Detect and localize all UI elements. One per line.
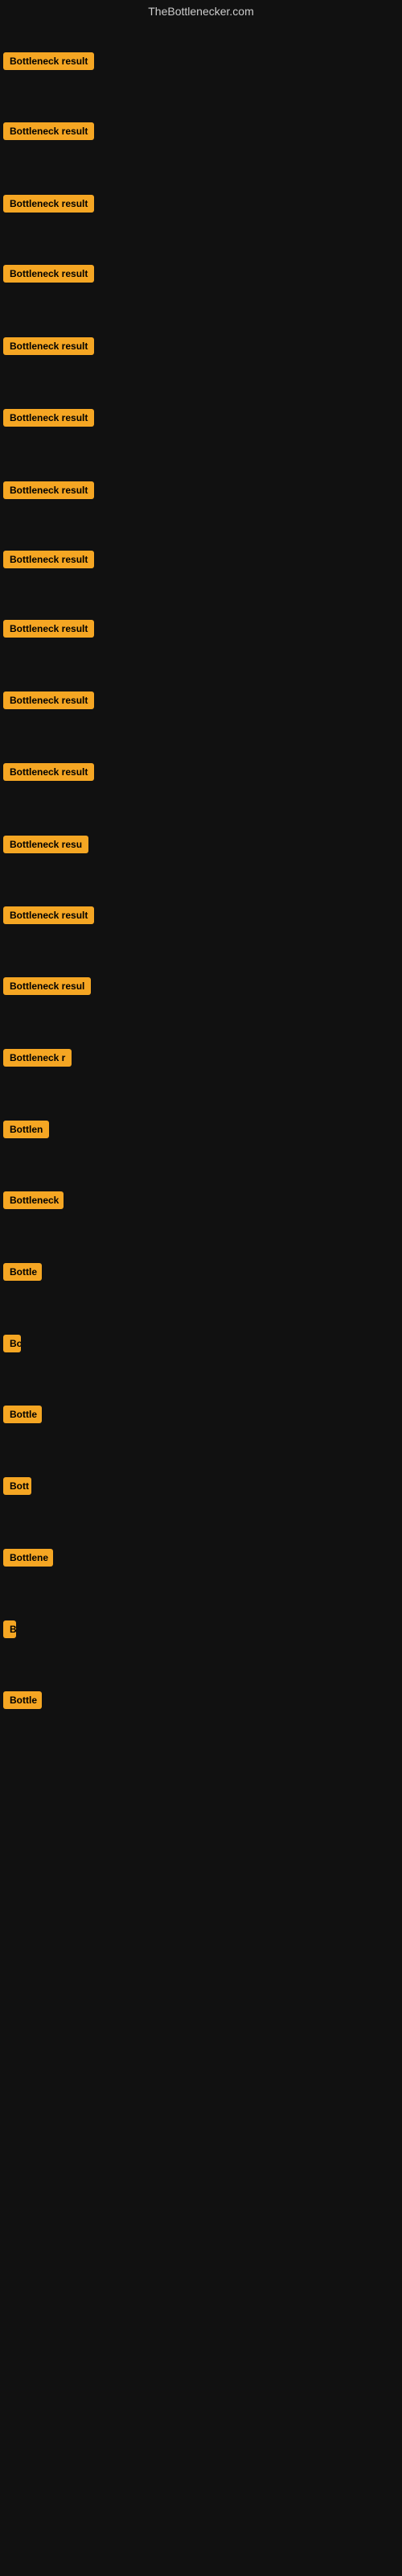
bottleneck-row-22: Bottlene bbox=[0, 1542, 402, 1577]
bottleneck-badge-22[interactable]: Bottlene bbox=[3, 1549, 53, 1567]
bottleneck-row-14: Bottleneck resul bbox=[0, 971, 402, 1005]
site-title: TheBottlenecker.com bbox=[0, 0, 402, 23]
bottleneck-badge-7[interactable]: Bottleneck result bbox=[3, 481, 94, 499]
bottleneck-row-17: Bottleneck bbox=[0, 1185, 402, 1220]
bottleneck-badge-13[interactable]: Bottleneck result bbox=[3, 906, 94, 924]
bottleneck-row-10: Bottleneck result bbox=[0, 685, 402, 720]
bottleneck-badge-20[interactable]: Bottle bbox=[3, 1406, 42, 1423]
page-wrapper: TheBottlenecker.com Bottleneck result Bot… bbox=[0, 0, 402, 2576]
bottleneck-row-20: Bottle bbox=[0, 1399, 402, 1434]
bottleneck-badge-5[interactable]: Bottleneck result bbox=[3, 337, 94, 355]
bottleneck-badge-14[interactable]: Bottleneck resul bbox=[3, 977, 91, 995]
bottleneck-badge-3[interactable]: Bottleneck result bbox=[3, 195, 94, 213]
bottleneck-row-5: Bottleneck result bbox=[0, 331, 402, 365]
bottleneck-badge-11[interactable]: Bottleneck result bbox=[3, 763, 94, 781]
bottleneck-row-24: Bottle bbox=[0, 1685, 402, 1719]
bottleneck-badge-23[interactable]: B bbox=[3, 1620, 16, 1638]
bottleneck-row-9: Bottleneck result bbox=[0, 613, 402, 648]
bottleneck-row-12: Bottleneck resu bbox=[0, 829, 402, 864]
bottleneck-badge-6[interactable]: Bottleneck result bbox=[3, 409, 94, 427]
bottleneck-badge-4[interactable]: Bottleneck result bbox=[3, 265, 94, 283]
bottleneck-row-15: Bottleneck r bbox=[0, 1042, 402, 1077]
bottleneck-row-21: Bott bbox=[0, 1471, 402, 1505]
bottleneck-badge-24[interactable]: Bottle bbox=[3, 1691, 42, 1709]
bottleneck-badge-17[interactable]: Bottleneck bbox=[3, 1191, 64, 1209]
bottleneck-row-1: Bottleneck result bbox=[0, 46, 402, 80]
bottleneck-badge-2[interactable]: Bottleneck result bbox=[3, 122, 94, 140]
bottleneck-badge-15[interactable]: Bottleneck r bbox=[3, 1049, 72, 1067]
bottleneck-row-13: Bottleneck result bbox=[0, 900, 402, 935]
bottleneck-row-3: Bottleneck result bbox=[0, 188, 402, 223]
bottleneck-row-7: Bottleneck result bbox=[0, 475, 402, 510]
bottleneck-badge-19[interactable]: Bo bbox=[3, 1335, 21, 1352]
bottleneck-row-11: Bottleneck result bbox=[0, 757, 402, 791]
bottleneck-row-8: Bottleneck result bbox=[0, 544, 402, 579]
bottleneck-badge-8[interactable]: Bottleneck result bbox=[3, 551, 94, 568]
bottleneck-row-23: B bbox=[0, 1614, 402, 1649]
bottleneck-row-18: Bottle bbox=[0, 1257, 402, 1291]
bottleneck-badge-1[interactable]: Bottleneck result bbox=[3, 52, 94, 70]
bottleneck-badge-10[interactable]: Bottleneck result bbox=[3, 691, 94, 709]
bottleneck-row-16: Bottlen bbox=[0, 1114, 402, 1149]
bottleneck-row-19: Bo bbox=[0, 1328, 402, 1363]
bottleneck-badge-21[interactable]: Bott bbox=[3, 1477, 31, 1495]
bottleneck-badge-16[interactable]: Bottlen bbox=[3, 1121, 49, 1138]
bottleneck-row-6: Bottleneck result bbox=[0, 402, 402, 437]
bottleneck-badge-12[interactable]: Bottleneck resu bbox=[3, 836, 88, 853]
bottleneck-row-4: Bottleneck result bbox=[0, 258, 402, 293]
bottleneck-badge-18[interactable]: Bottle bbox=[3, 1263, 42, 1281]
bottleneck-badge-9[interactable]: Bottleneck result bbox=[3, 620, 94, 638]
bottleneck-row-2: Bottleneck result bbox=[0, 116, 402, 151]
